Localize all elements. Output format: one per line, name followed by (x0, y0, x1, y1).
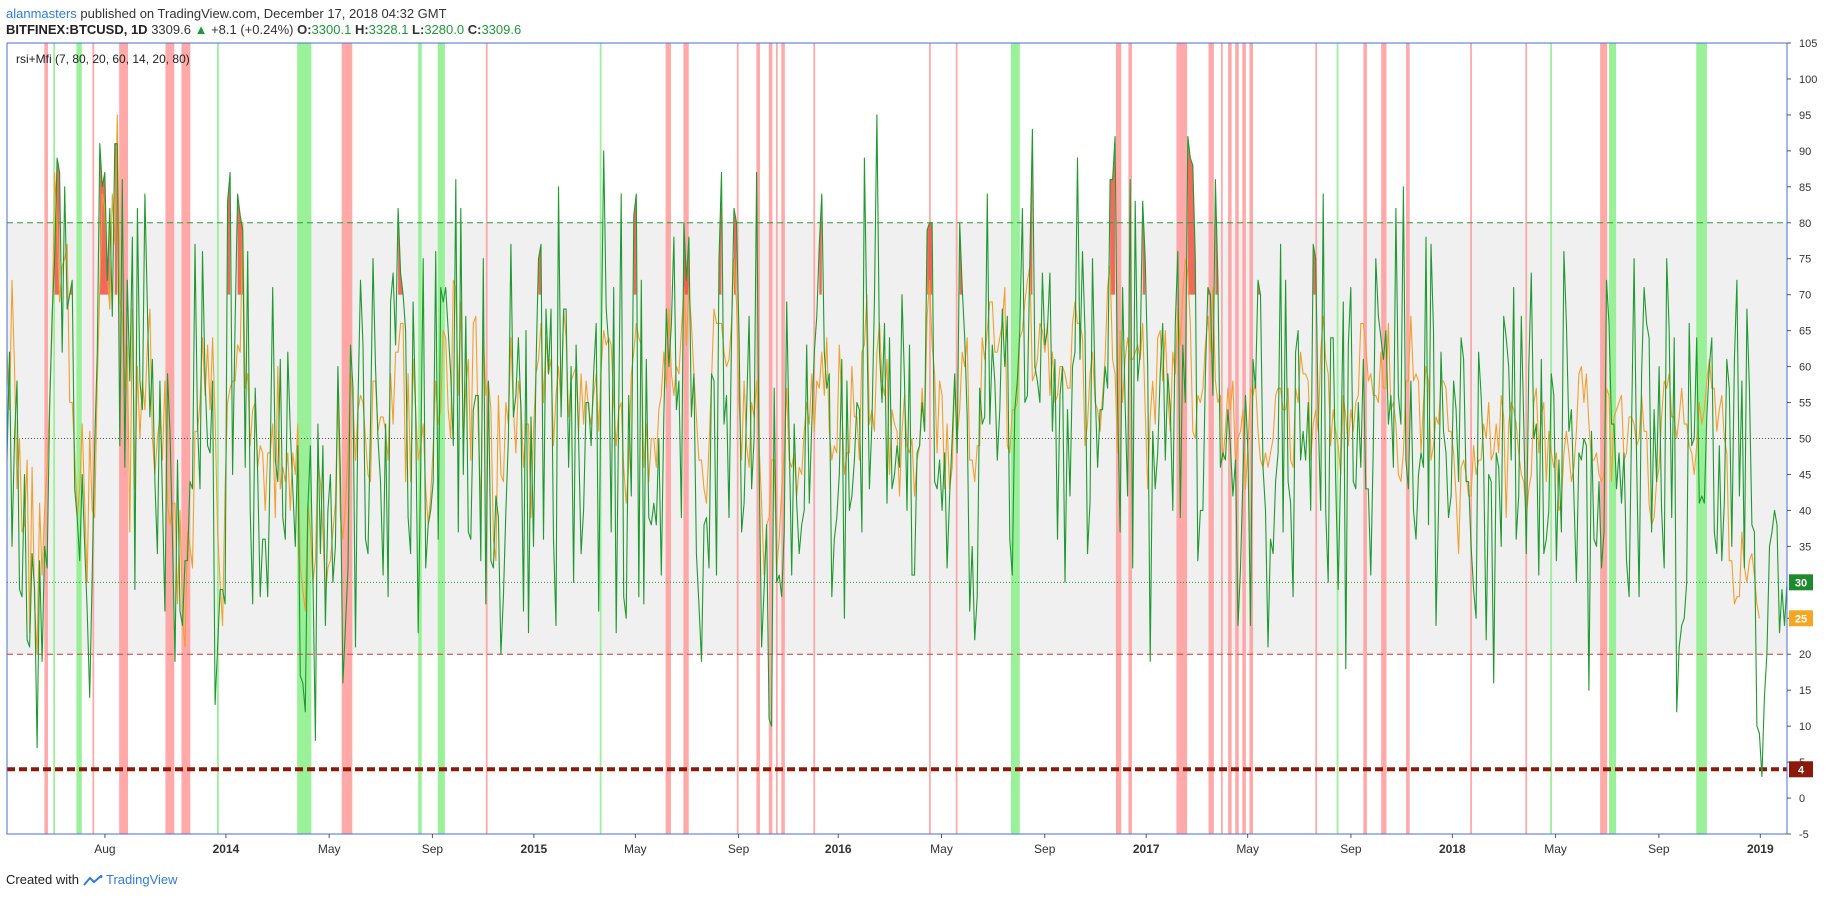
value-badge-label: 25 (1795, 613, 1807, 625)
y-tick-label: 85 (1799, 182, 1811, 194)
high-label: H: (354, 22, 369, 37)
last-price: 3309.6 (151, 22, 191, 37)
red-signal-band (683, 43, 689, 834)
published-text: published on TradingView.com, December 1… (76, 6, 447, 21)
y-tick-label: 90 (1799, 146, 1811, 158)
author-link[interactable]: alanmasters (6, 6, 77, 21)
symbol-info: BITFINEX:BTCUSD, 1D 3309.6 ▲ +8.1 (+0.24… (6, 22, 521, 37)
x-tick-label: May (318, 842, 341, 856)
created-with-text: Created with (6, 872, 79, 887)
y-axis[interactable]: -505101520253540455055606570758085909510… (1787, 38, 1817, 841)
red-signal-band (929, 43, 931, 834)
x-tick-label: May (1236, 842, 1259, 856)
close-label: C: (467, 22, 482, 37)
y-tick-label: 65 (1799, 326, 1811, 338)
x-tick-label: Sep (422, 842, 444, 856)
publish-info: alanmasters published on TradingView.com… (6, 6, 447, 21)
x-tick-label: 2017 (1133, 842, 1160, 856)
symbol-name: BITFINEX:BTCUSD, 1D (6, 22, 148, 37)
high-value: 3328.1 (368, 22, 409, 37)
x-tick-label: 2016 (825, 842, 852, 856)
chart-canvas: -505101520253540455055606570758085909510… (6, 38, 1817, 856)
x-axis[interactable]: Aug 2014 May Sep 2015 May Sep 2016 May Sep 2017 May… (94, 834, 1774, 856)
x-tick-label: May (930, 842, 953, 856)
red-signal-band (736, 43, 739, 834)
y-tick-label: 105 (1799, 38, 1817, 50)
value-badge-label: 4 (1798, 764, 1805, 776)
close-value: 3309.6 (481, 22, 522, 37)
open-value: 3300.1 (311, 22, 352, 37)
y-tick-label: -5 (1799, 829, 1809, 841)
y-tick-label: 50 (1799, 434, 1811, 446)
x-tick-label: 2015 (521, 842, 548, 856)
y-tick-label: 95 (1799, 110, 1811, 122)
red-signal-band (181, 43, 191, 834)
y-tick-label: 40 (1799, 505, 1811, 517)
green-signal-band (53, 43, 56, 834)
red-signal-band (775, 43, 778, 834)
y-tick-label: 80 (1799, 218, 1811, 230)
red-signal-band (92, 43, 95, 834)
y-tick-label: 45 (1799, 469, 1811, 481)
price-badges: 30 25 4 (1789, 574, 1813, 778)
y-tick-label: 70 (1799, 290, 1811, 302)
indicator-legend[interactable]: rsi+Mfi (7, 80, 20, 60, 14, 20, 80) (16, 52, 190, 66)
y-tick-label: 20 (1799, 649, 1811, 661)
y-tick-label: 35 (1799, 541, 1811, 553)
x-tick-label: 2019 (1747, 842, 1774, 856)
tradingview-logo-icon (82, 874, 103, 886)
low-value: 3280.0 (424, 22, 465, 37)
y-tick-label: 10 (1799, 721, 1811, 733)
tradingview-brand-link[interactable]: TradingView (106, 872, 178, 887)
open-label: O: (297, 22, 312, 37)
x-tick-label: Sep (1648, 842, 1670, 856)
y-tick-label: 100 (1799, 74, 1817, 86)
y-tick-label: 75 (1799, 254, 1811, 266)
x-tick-label: Sep (1340, 842, 1362, 856)
value-badge-label: 30 (1795, 577, 1807, 589)
x-tick-label: 2014 (213, 842, 240, 856)
y-tick-label: 0 (1799, 793, 1805, 805)
x-tick-label: Sep (1034, 842, 1056, 856)
x-tick-label: May (1544, 842, 1567, 856)
x-tick-label: 2018 (1439, 842, 1466, 856)
red-signal-band (119, 43, 129, 834)
x-tick-label: Aug (94, 842, 115, 856)
footer: Created with TradingView (6, 872, 178, 887)
overbought-area (1110, 136, 1116, 295)
low-label: L: (412, 22, 425, 37)
up-arrow-icon: ▲ (194, 22, 208, 37)
y-tick-label: 60 (1799, 362, 1811, 374)
x-tick-label: May (624, 842, 647, 856)
y-tick-label: 15 (1799, 685, 1811, 697)
x-tick-label: Sep (728, 842, 750, 856)
y-tick-label: 55 (1799, 398, 1811, 410)
price-change: +8.1 (+0.24%) (211, 22, 294, 37)
